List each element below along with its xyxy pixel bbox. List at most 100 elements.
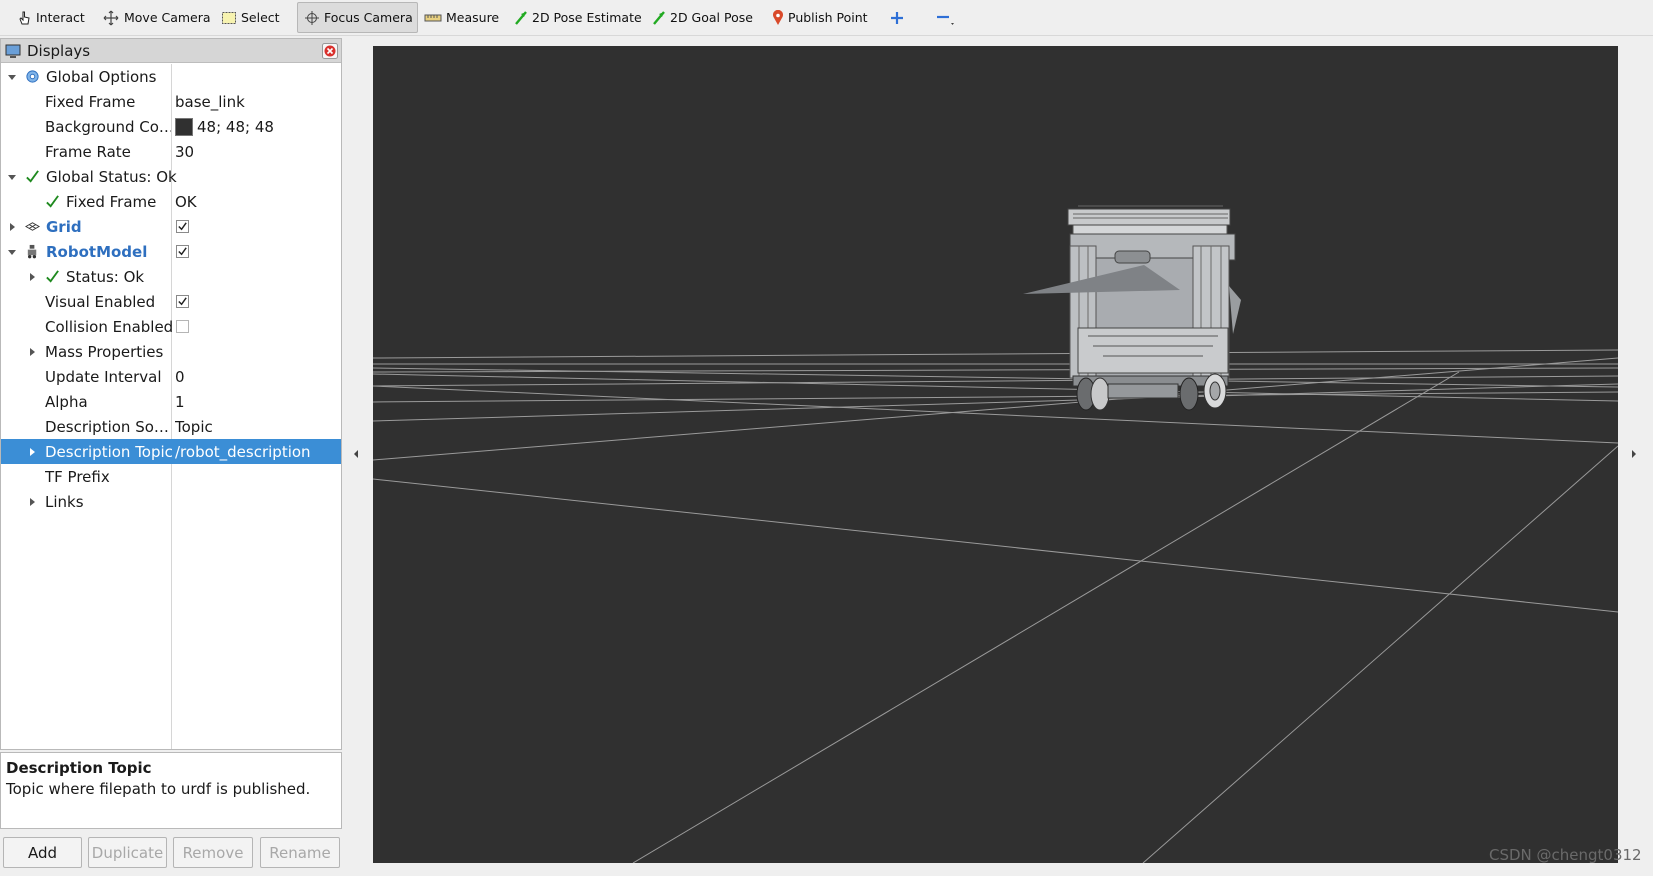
tree-label: Status: Ok: [66, 267, 145, 286]
tree-label: Description So…: [45, 417, 169, 436]
grid-icon: [25, 222, 40, 231]
tree-row-visual-enabled[interactable]: Visual Enabled: [1, 289, 341, 314]
close-icon[interactable]: [322, 43, 338, 59]
watermark: CSDN @chengt0312: [1489, 846, 1642, 864]
remove-tool-button[interactable]: [928, 2, 962, 33]
tree-row-grid[interactable]: Grid: [1, 214, 341, 239]
tree-label: Frame Rate: [45, 142, 131, 161]
displays-header: Displays: [1, 39, 341, 63]
toolbar: Interact Move Camera Select Focus Camera…: [0, 0, 1653, 36]
tool-measure[interactable]: Measure: [418, 2, 505, 33]
tree-label: Collision Enabled: [45, 317, 174, 336]
expand-arrow-icon[interactable]: [7, 72, 17, 82]
collision-enabled-checkbox[interactable]: [176, 320, 189, 333]
green-arrow-icon: [515, 10, 527, 25]
tree-row-global-status[interactable]: Global Status: Ok: [1, 164, 341, 189]
tree-row-mass-properties[interactable]: Mass Properties: [1, 339, 341, 364]
fixed-frame-status-value: OK: [175, 192, 197, 211]
tree-row-update-interval[interactable]: Update Interval 0: [1, 364, 341, 389]
description-topic-value[interactable]: /robot_description: [175, 443, 311, 461]
collapse-arrow-icon[interactable]: [27, 447, 37, 457]
tool-2d-goal-pose-label: 2D Goal Pose: [670, 10, 753, 25]
collapse-arrow-icon[interactable]: [27, 347, 37, 357]
tool-select[interactable]: Select: [215, 2, 286, 33]
tool-move-camera-label: Move Camera: [124, 10, 211, 25]
tool-2d-pose-estimate[interactable]: 2D Pose Estimate: [508, 2, 648, 33]
collapse-arrow-icon[interactable]: [27, 272, 37, 282]
frame-rate-value[interactable]: 30: [175, 143, 194, 161]
help-title: Description Topic: [6, 759, 152, 777]
tool-focus-camera-label: Focus Camera: [324, 10, 413, 25]
minus-icon: [937, 15, 954, 25]
hand-pointer-icon: [19, 11, 30, 24]
rename-button[interactable]: Rename: [260, 837, 340, 868]
tool-focus-camera[interactable]: Focus Camera: [297, 2, 418, 33]
description-source-value[interactable]: Topic: [175, 418, 213, 436]
help-description: Topic where filepath to urdf is publishe…: [6, 780, 311, 798]
checkmark-icon: [178, 247, 187, 256]
focus-crosshair-icon: [305, 10, 319, 25]
ground-grid: [373, 349, 1618, 863]
tree-row-status-ok[interactable]: Status: Ok: [1, 264, 341, 289]
grid-enabled-checkbox[interactable]: [176, 220, 189, 233]
background-color-value[interactable]: 48; 48; 48: [197, 118, 274, 136]
checkmark-icon: [178, 297, 187, 306]
tree-label: Global Options: [46, 67, 157, 86]
add-tool-button[interactable]: [883, 2, 911, 33]
collapse-arrow-icon[interactable]: [7, 222, 17, 232]
expand-arrow-icon[interactable]: [7, 172, 17, 182]
tree-row-links[interactable]: Links: [1, 489, 341, 514]
tool-move-camera[interactable]: Move Camera: [96, 2, 217, 33]
color-swatch[interactable]: [175, 117, 193, 136]
tree-row-description-topic[interactable]: Description Topic /robot_description: [1, 439, 341, 464]
tree-row-description-source[interactable]: Description So… Topic: [1, 414, 341, 439]
plus-icon: [891, 11, 903, 24]
fixed-frame-value[interactable]: base_link: [175, 93, 245, 111]
robot-icon: [27, 244, 37, 259]
tree-label: TF Prefix: [45, 467, 110, 486]
tree-row-robot-model[interactable]: RobotModel: [1, 239, 341, 264]
tool-interact-label: Interact: [36, 10, 85, 25]
tree-row-tf-prefix[interactable]: TF Prefix: [1, 464, 341, 489]
collapse-arrow-icon[interactable]: [27, 497, 37, 507]
tree-row-frame-rate[interactable]: Frame Rate 30: [1, 139, 341, 164]
robot-model-mesh: [1023, 205, 1241, 411]
tree-label: Description Topic: [45, 442, 173, 461]
duplicate-button[interactable]: Duplicate: [88, 837, 167, 868]
tree-row-alpha[interactable]: Alpha 1: [1, 389, 341, 414]
gear-icon: [26, 70, 39, 83]
visual-enabled-checkbox[interactable]: [176, 295, 189, 308]
tool-measure-label: Measure: [446, 10, 500, 25]
alpha-value[interactable]: 1: [175, 393, 185, 411]
displays-tree: Global Options Fixed Frame base_link Bac…: [1, 64, 341, 749]
right-dock-strip: [1645, 36, 1653, 876]
render-viewport[interactable]: [373, 46, 1618, 863]
move-camera-icon: [103, 10, 119, 25]
remove-button[interactable]: Remove: [173, 837, 253, 868]
tree-row-global-options[interactable]: Global Options: [1, 64, 341, 89]
select-box-icon: [222, 11, 236, 24]
add-button[interactable]: Add: [3, 837, 82, 868]
robot-model-enabled-checkbox[interactable]: [176, 245, 189, 258]
scene: [373, 205, 1618, 863]
collapse-right-icon[interactable]: [1630, 448, 1638, 460]
update-interval-value[interactable]: 0: [175, 368, 185, 386]
tree-label: Grid: [46, 217, 82, 236]
tree-label: Visual Enabled: [45, 292, 156, 311]
displays-panel: Displays Global Options Fixed Frame base…: [0, 38, 342, 750]
tool-publish-point[interactable]: Publish Point: [766, 2, 874, 33]
tool-2d-pose-estimate-label: 2D Pose Estimate: [532, 10, 642, 25]
tree-row-collision-enabled[interactable]: Collision Enabled: [1, 314, 341, 339]
property-help-panel: Description Topic Topic where filepath t…: [0, 752, 342, 829]
ruler-icon: [424, 14, 442, 21]
tool-interact[interactable]: Interact: [10, 2, 91, 33]
expand-arrow-icon[interactable]: [7, 247, 17, 257]
tree-row-fixed-frame[interactable]: Fixed Frame base_link: [1, 89, 341, 114]
checkmark-icon: [46, 270, 59, 283]
tree-row-background-color[interactable]: Background Co… 48; 48; 48: [1, 114, 341, 139]
collapse-left-icon[interactable]: [352, 448, 360, 460]
tree-label: Fixed Frame: [45, 92, 136, 111]
tool-2d-goal-pose[interactable]: 2D Goal Pose: [646, 2, 759, 33]
tree-row-fixed-frame-status[interactable]: Fixed Frame OK: [1, 189, 341, 214]
checkmark-icon: [178, 222, 187, 231]
